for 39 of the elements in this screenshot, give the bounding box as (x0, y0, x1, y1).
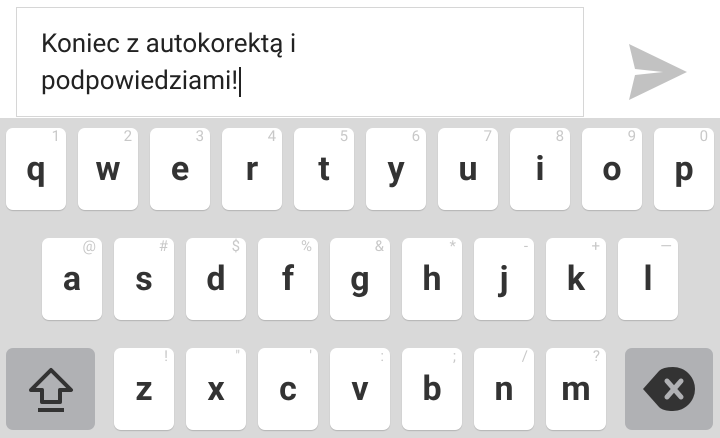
key-hint: $ (232, 239, 240, 254)
key-hint: @ (82, 239, 96, 254)
key[interactable]: j - (474, 238, 534, 320)
key-hint: / (522, 349, 528, 364)
key-hint: % (301, 239, 312, 254)
send-icon (629, 44, 687, 100)
key-hint: ! (164, 349, 168, 364)
key-hint: ? (592, 349, 600, 364)
key-hint: — (660, 239, 672, 254)
key-hint: # (158, 239, 168, 254)
key-hint: ; (452, 349, 456, 364)
backspace-key[interactable] (625, 348, 713, 430)
shift-key[interactable] (6, 348, 95, 430)
key[interactable]: b ; (402, 348, 462, 430)
key[interactable]: h * (402, 238, 462, 320)
shift-icon (28, 366, 74, 412)
key[interactable]: d $ (186, 238, 246, 320)
key-hint: + (591, 239, 600, 254)
key[interactable]: z ! (114, 348, 174, 430)
key[interactable]: s # (114, 238, 174, 320)
backspace-icon (643, 367, 695, 411)
key[interactable]: a @ (42, 238, 102, 320)
message-text: Koniec z autokorektą i podpowiedziami! (41, 28, 298, 100)
key-hint: - (524, 239, 528, 254)
key-hint: : (380, 349, 384, 364)
key[interactable]: l — (618, 238, 678, 320)
key-hint: & (374, 239, 384, 254)
key[interactable]: g & (330, 238, 390, 320)
key-hint: ' (309, 349, 312, 364)
key[interactable]: m ? (546, 348, 606, 430)
key[interactable]: v : (330, 348, 390, 430)
message-field[interactable]: Koniec z autokorektą i podpowiedziami! (16, 7, 584, 117)
key-hint: " (235, 349, 240, 364)
key[interactable]: k + (546, 238, 606, 320)
key-hint: * (450, 239, 456, 254)
key[interactable]: x " (186, 348, 246, 430)
key[interactable]: n / (474, 348, 534, 430)
key[interactable]: f % (258, 238, 318, 320)
key[interactable]: c ' (258, 348, 318, 430)
